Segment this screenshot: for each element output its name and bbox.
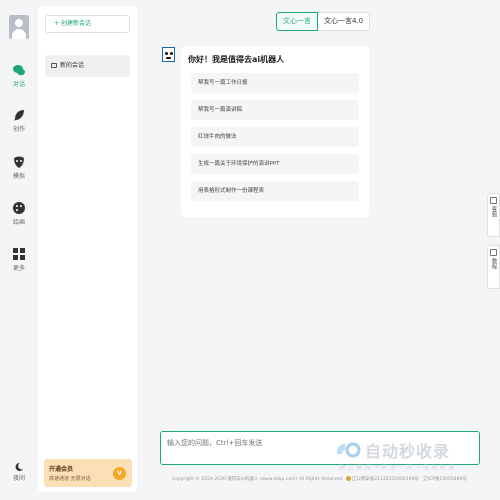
- night-mode-toggle[interactable]: 夜间: [0, 462, 38, 482]
- nav-label-paint: 绘画: [12, 219, 25, 226]
- welcome-greeting: 你好！我是值得去ai机器人: [188, 55, 285, 64]
- night-mode-label: 夜间: [12, 475, 25, 482]
- plus-icon: +: [54, 20, 60, 27]
- session-item-label: 新的会话: [60, 62, 85, 69]
- vip-badge-icon: V: [113, 467, 126, 480]
- tutorial-label: 教程: [490, 258, 497, 269]
- support-label: 客服: [490, 206, 497, 217]
- tab-wenxin[interactable]: 文心一言: [276, 12, 318, 31]
- nav-item-chat[interactable]: 对话: [0, 63, 38, 88]
- footer-police-record[interactable]: 辽公网安备21132202000109号: [352, 477, 419, 482]
- headset-icon: [490, 197, 497, 204]
- suggested-prompt[interactable]: 用表格形式制作一份课程表: [191, 181, 359, 201]
- police-badge-icon: [345, 476, 351, 481]
- feather-icon: [14, 110, 24, 121]
- watermark-title: 自动秒收录: [365, 442, 451, 461]
- footer: Copyright © 2024-2030 值得去ai机器人 (www.zdqu…: [172, 476, 467, 482]
- support-button[interactable]: 客服: [487, 193, 500, 237]
- suggested-prompt[interactable]: 生成一篇关于环境保护的演讲PPT: [191, 154, 359, 174]
- footer-copyright: Copyright © 2024-2030 值得去ai机器人 (www.zdqu…: [172, 477, 343, 482]
- mask-icon: [14, 156, 24, 168]
- grid-icon: [13, 248, 25, 260]
- left-rail: 对话 创作 模拟 绘画 更多 夜间: [0, 0, 38, 500]
- footer-icp[interactable]: 辽ICP备13005889号: [423, 477, 467, 482]
- watermark-subtitle: 放 上 链 接 → 来 访 一 次 → 自 动 收 录: [339, 463, 455, 471]
- nav-label-create: 创作: [12, 126, 25, 133]
- nav-item-create[interactable]: 创作: [0, 108, 38, 133]
- nav-item-paint[interactable]: 绘画: [0, 201, 38, 226]
- tutorial-button[interactable]: 教程: [487, 245, 500, 289]
- moon-icon: [15, 462, 23, 471]
- suggested-prompt[interactable]: 红烧牛肉的做法: [191, 127, 359, 147]
- model-tabs: 文心一言 文心一言4.0: [276, 12, 371, 31]
- user-avatar[interactable]: [9, 15, 29, 39]
- chat-icon: [51, 63, 57, 68]
- new-chat-label: 创建新会话: [61, 20, 92, 27]
- session-item[interactable]: 新的会话: [45, 55, 130, 77]
- welcome-card: 你好！我是值得去ai机器人 帮我写一篇工作日报 帮我写一篇演讲稿 红烧牛肉的做法…: [181, 46, 369, 217]
- chat-bubbles-icon: [13, 65, 25, 76]
- tab-wenxin-4[interactable]: 文心一言4.0: [318, 12, 371, 31]
- nav-item-simulate[interactable]: 模拟: [0, 155, 38, 180]
- palette-icon: [13, 202, 25, 214]
- vip-banner[interactable]: 开通会员 高速通道 无限对话 V: [44, 459, 132, 487]
- nav-label-chat: 对话: [12, 81, 25, 88]
- nav-item-more[interactable]: 更多: [0, 247, 38, 272]
- suggested-prompt[interactable]: 帮我写一篇演讲稿: [191, 100, 359, 120]
- new-chat-button[interactable]: + 创建新会话: [45, 15, 130, 33]
- book-icon: [490, 249, 497, 256]
- logo-mark-icon: [337, 442, 361, 458]
- watermark-logo: 自动秒收录 放 上 链 接 → 来 访 一 次 → 自 动 收 录: [333, 436, 483, 474]
- nav-label-simulate: 模拟: [12, 173, 25, 180]
- suggested-prompt[interactable]: 帮我写一篇工作日报: [191, 73, 359, 93]
- session-panel: + 创建新会话 新的会话 开通会员 高速通道 无限对话 V: [38, 6, 137, 492]
- bot-avatar: [162, 47, 175, 62]
- nav-label-more: 更多: [12, 265, 25, 272]
